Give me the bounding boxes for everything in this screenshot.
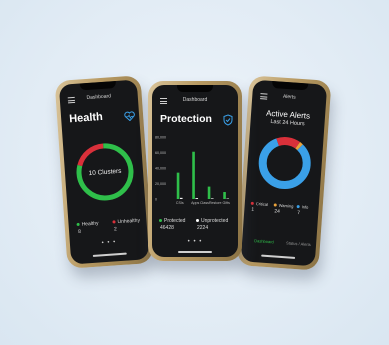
unhealthy-dot [112,220,116,224]
home-indicator[interactable] [178,251,212,253]
phone-alerts: Alerts Active Alerts Last 24 Hours Criti… [236,75,332,271]
health-navbar: Dashboard [60,89,139,108]
health-nav-title: Dashboard [86,93,112,102]
shield-check-icon [223,114,233,126]
health-screen: Dashboard Health 10 Clusters Healthy 8 U… [58,79,150,265]
bar-unprotected [195,198,199,199]
bar-unprotected [179,197,183,199]
protection-bar-chart: 80,000 60,000 40,000 20,000 0 CSIs Apps ClassRe… [155,136,231,206]
notch [271,80,309,91]
protection-nav-title: Dashboard [182,97,208,103]
phone-health: Dashboard Health 10 Clusters Healthy 8 U… [54,75,154,269]
healthy-count: 8 [77,228,82,235]
healthy-label: Healthy [81,220,99,228]
health-title: Health [68,110,104,126]
warning-count: 24 [274,208,281,215]
phone-protection: Dashboard Protection 80,000 60,000 40,000 2… [148,81,242,261]
y-tick-label: 0 [155,198,157,202]
x-tick-label: Apps [191,201,199,205]
legend-protected: Protected [159,218,185,224]
protected-label: Protected [164,218,186,224]
notch [79,80,117,91]
unhealthy-label: Unhealthy [117,217,141,226]
y-tick-label: 80,000 [155,136,166,140]
notch [177,85,213,92]
legend-unprotected: Unprotected [196,218,228,224]
tab-dashboard[interactable]: Dashboard [254,238,274,244]
page-indicator[interactable]: • • • [70,237,148,248]
home-indicator[interactable] [261,254,296,259]
home-indicator[interactable] [92,252,127,257]
protected-dot [159,219,162,223]
info-label: Info [301,204,309,210]
protection-screen: Dashboard Protection 80,000 60,000 40,000 2… [152,85,238,257]
info-dot [296,205,300,209]
unhealthy-count: 2 [113,226,118,233]
legend-healthy: Healthy [76,220,99,229]
bar-protected [192,151,195,199]
y-tick-label: 40,000 [155,167,166,171]
heart-pulse-icon [124,111,135,122]
legend-info: Info [296,204,309,210]
legend-unhealthy: Unhealthy [112,218,140,226]
unprotected-count: 2224 [197,225,209,231]
warning-label: Warning [278,202,294,209]
bar-protected [176,172,180,199]
x-tick-label: Gifts [223,201,231,205]
warning-dot [273,203,277,208]
page-indicator[interactable]: • • • [152,239,238,245]
bar-protected [223,192,226,199]
x-tick-label: ClassRestore [200,201,222,205]
protected-count: 46428 [160,225,174,231]
protection-navbar: Dashboard [152,95,238,109]
y-tick-label: 60,000 [155,151,166,155]
alerts-nav-title: Alerts [282,93,296,101]
alerts-donut-chart [258,137,311,190]
healthy-dot [76,223,80,227]
critical-label: Critical [255,201,269,207]
critical-count: 1 [251,206,255,213]
critical-dot [250,202,254,206]
alerts-tabbar: Dashboard Status / Alerts [242,237,316,247]
alerts-navbar: Alerts [252,90,327,109]
bar-protected [207,186,211,199]
y-tick-label: 20,000 [155,182,166,186]
x-tick-label: CSIs [176,201,184,205]
bar-unprotected [210,198,214,199]
unprotected-label: Unprotected [201,218,229,224]
unprotected-dot [196,219,199,223]
alerts-screen: Alerts Active Alerts Last 24 Hours Criti… [240,79,328,267]
protection-title: Protection [160,113,212,125]
info-count: 7 [297,210,301,217]
tab-status-alerts[interactable]: Status / Alerts [286,240,311,247]
